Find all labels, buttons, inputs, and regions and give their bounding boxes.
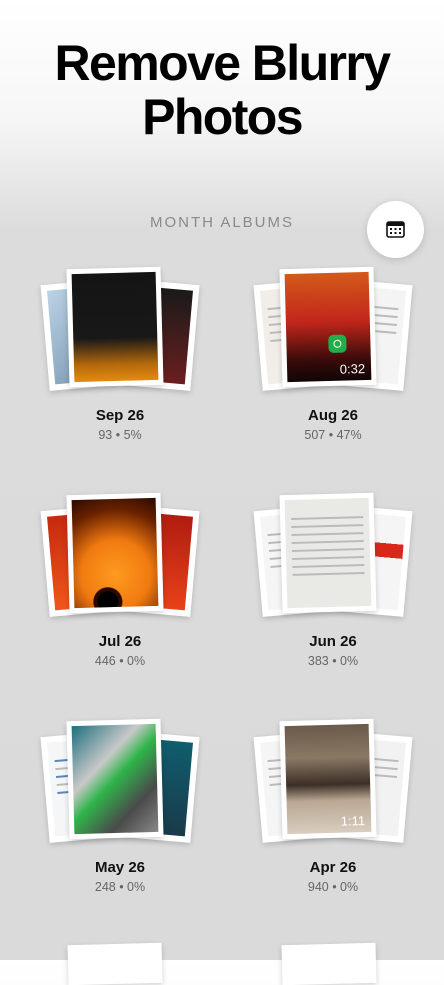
video-duration: 1:11 — [340, 813, 366, 829]
album-cover-photo: 0:32 — [279, 266, 377, 388]
album-stats: 248 • 0% — [94, 880, 146, 894]
album-cover-photo — [66, 492, 164, 614]
album-month: Aug 26 — [307, 407, 358, 424]
album-jul-26[interactable]: Jul 26 446 • 0% — [40, 492, 200, 692]
album-stats: 940 • 0% — [307, 880, 359, 894]
album-stats: 446 • 0% — [94, 654, 146, 668]
album-cover-photo-partial — [67, 942, 163, 985]
album-cover-photo — [66, 266, 164, 388]
album-cover-photo — [279, 492, 377, 614]
album-apr-26[interactable]: 1:11 Apr 26 940 • 0% — [253, 718, 413, 918]
album-month: May 26 — [94, 859, 146, 876]
album-month: Jun 26 — [309, 633, 357, 650]
album-jun-26[interactable]: Jun 26 383 • 0% — [253, 492, 413, 692]
album-aug-26[interactable]: 0:32 Aug 26 507 • 47% — [253, 266, 413, 466]
album-cover-photo: 1:11 — [279, 718, 377, 840]
album-month: Sep 26 — [95, 407, 145, 424]
album-month: Apr 26 — [309, 859, 357, 876]
album-cover-photo-partial — [281, 942, 377, 985]
calendar-icon — [386, 221, 405, 238]
album-cover-photo — [66, 718, 164, 840]
album-month: Jul 26 — [98, 633, 142, 650]
album-stats: 93 • 5% — [98, 428, 142, 442]
calendar-button[interactable] — [367, 201, 424, 258]
album-sep-26[interactable]: Sep 26 93 • 5% — [40, 266, 200, 466]
album-may-26[interactable]: May 26 248 • 0% — [40, 718, 200, 918]
video-icon — [328, 334, 347, 353]
album-stats: 507 • 47% — [304, 428, 362, 442]
album-stats: 383 • 0% — [307, 654, 359, 668]
page-title: Remove Blurry Photos — [54, 35, 391, 145]
video-duration: 0:32 — [339, 361, 366, 377]
